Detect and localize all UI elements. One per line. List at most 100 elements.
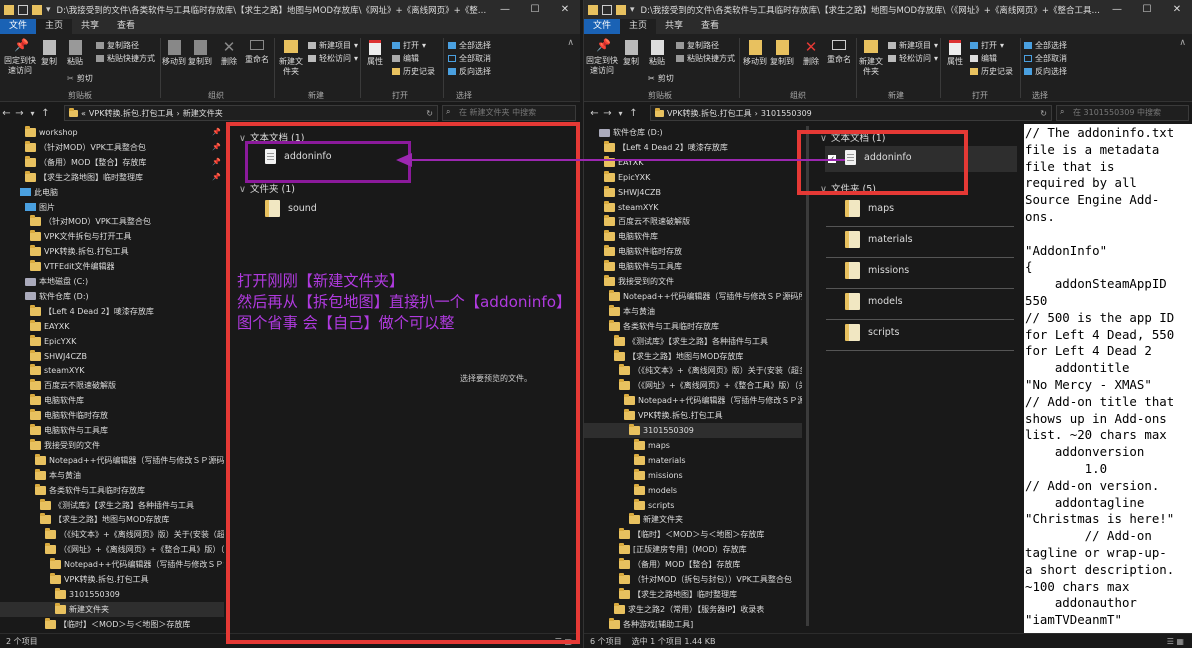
properties-button[interactable]: 属性 (944, 40, 966, 67)
delete-button[interactable]: ✕ 删除 (218, 40, 240, 67)
tree-item[interactable]: models (584, 483, 677, 498)
tree-item[interactable]: EpicYXK (584, 170, 650, 185)
select-all-button[interactable]: 全部选择 (448, 40, 491, 51)
easy-access-button[interactable]: 轻松访问 ▾ (308, 53, 358, 64)
move-to-button[interactable]: 移动到 (162, 40, 186, 67)
pin-icon[interactable]: 📌 (212, 140, 221, 155)
new-folder-button[interactable]: 新建文件夹 (858, 40, 884, 77)
pin-quick-access-button[interactable]: 📌 固定到快速访问 (586, 39, 618, 76)
paste-shortcut-button[interactable]: 粘贴快捷方式 (676, 53, 735, 64)
select-all-button[interactable]: 全部选择 (1024, 40, 1067, 51)
address-box[interactable]: « VPK转换.拆包.打包工具 › 新建文件夹 ↻ (64, 105, 438, 121)
minimize-button[interactable]: — (1102, 4, 1132, 15)
new-folder-quick-icon[interactable] (616, 4, 626, 15)
tree-item[interactable]: 电脑软件与工具库 (584, 259, 682, 274)
tree-item[interactable]: 软件仓库 (D:) (584, 125, 663, 140)
folder-maps[interactable]: maps (845, 200, 894, 217)
collapse-ribbon-icon[interactable]: ∧ (1179, 38, 1186, 48)
edit-button[interactable]: 编辑 (970, 53, 997, 64)
pin-icon[interactable]: 📌 (212, 170, 221, 185)
tab-share[interactable]: 共享 (72, 19, 108, 34)
open-button[interactable]: 打开 ▾ (392, 40, 426, 51)
close-button[interactable]: ✕ (550, 4, 580, 15)
tab-file[interactable]: 文件 (584, 19, 621, 34)
tree-item[interactable]: maps (584, 438, 670, 453)
tree-item[interactable]: EpicYXK (0, 334, 76, 349)
tree-item[interactable]: 各类软件与工具临时存放库 (0, 483, 145, 498)
breadcrumb-vpk-tools[interactable]: VPK转换.拆包.打包工具 (89, 108, 174, 119)
tree-item[interactable]: 此电脑 (0, 185, 58, 200)
history-button[interactable]: 历史记录 (970, 66, 1013, 77)
delete-button[interactable]: ✕ 删除 (800, 40, 822, 67)
tree-item[interactable]: 电脑软件临时存放 (584, 244, 682, 259)
breadcrumb-new-folder[interactable]: 新建文件夹 (183, 108, 223, 119)
cut-button[interactable]: ✂ 剪切 (67, 73, 93, 84)
tree-item[interactable]: 【Left 4 Dead 2】唛漆存放库 (0, 304, 154, 319)
tree-item[interactable]: EAYXK (584, 155, 644, 170)
tree-item[interactable]: Notepad++代码编辑器（写插件与修改ＳＰ源码所用） (0, 453, 224, 468)
tree-item[interactable]: scripts (584, 498, 674, 513)
new-folder-button[interactable]: 新建文件夹 (278, 40, 304, 77)
breadcrumb-overflow[interactable]: « (81, 109, 86, 118)
tree-item[interactable]: VPK转换.拆包.打包工具 (584, 408, 723, 423)
tree-item[interactable]: 本地磁盘 (C:) (0, 274, 88, 289)
tree-item[interactable]: （针对MOD）VPK工具整合包 📌 (0, 140, 221, 155)
tree-item[interactable]: 软件仓库 (D:) (0, 289, 89, 304)
tree-item[interactable]: missions (584, 468, 683, 483)
copy-to-button[interactable]: 复制到 (770, 40, 794, 67)
tree-item[interactable]: 电脑软件库 (0, 393, 84, 408)
tree-item[interactable]: 本与黄油 (584, 304, 655, 319)
move-to-button[interactable]: 移动到 (742, 40, 768, 67)
back-arrow-icon[interactable]: ← (0, 108, 13, 119)
breadcrumb-3101550309[interactable]: 3101550309 (761, 109, 812, 118)
tree-item[interactable]: （针对MOD（拆包与封包））VPK工具整合包 (584, 572, 792, 587)
tree-item[interactable]: 各种游戏[辅助工具] (584, 617, 693, 630)
address-box[interactable]: VPK转换.拆包.打包工具 › 3101550309 ↻ (650, 105, 1052, 121)
tree-item[interactable]: SHWJ4CZB (584, 185, 661, 200)
folder-materials[interactable]: materials (845, 231, 913, 248)
breadcrumb-vpk-tools[interactable]: VPK转换.拆包.打包工具 (667, 108, 752, 119)
tree-item[interactable]: （《纯文本》+《离线网页》版）关于(安装（超多） (0, 527, 224, 542)
tree-item[interactable]: Notepad++代码编辑器（写插件与修改ＳＰ源码 (0, 557, 224, 572)
folder-scripts[interactable]: scripts (845, 324, 899, 341)
search-input[interactable]: 在 3101550309 中搜索 (1056, 105, 1189, 121)
copy-to-button[interactable]: 复制到 (188, 40, 212, 67)
paste-button[interactable]: 粘贴 (64, 40, 86, 67)
copy-button[interactable]: 复制 (620, 40, 642, 67)
tree-item[interactable]: 电脑软件库 (584, 229, 658, 244)
tree-item[interactable]: 3101550309 (584, 423, 802, 438)
tree-item[interactable]: SHWJ4CZB (0, 349, 87, 364)
close-button[interactable]: ✕ (1162, 4, 1192, 15)
tree-item[interactable]: 新建文件夹 (0, 601, 224, 617)
tree-item[interactable]: VPK转换.拆包.打包工具 (0, 244, 129, 259)
new-item-button[interactable]: 新建项目 ▾ (888, 40, 938, 51)
tree-item[interactable]: 电脑软件临时存放 (0, 408, 108, 423)
tree-item[interactable]: （备用）MOD【整合】存放库 📌 (0, 155, 221, 170)
quick-access-dropdown-icon[interactable]: ▾ (630, 5, 635, 15)
tree-item[interactable]: 【求生之路地图】临时整理库 📌 (0, 170, 221, 185)
tree-item[interactable]: workshop 📌 (0, 125, 221, 140)
tree-item[interactable]: 【求生之路】地图与MOD存放库 (0, 512, 169, 527)
tree-item[interactable]: （针对MOD）VPK工具整合包 (0, 214, 151, 229)
properties-button[interactable]: 属性 (364, 40, 386, 67)
cut-button[interactable]: ✂ 剪切 (648, 73, 674, 84)
select-none-button[interactable]: 全部取消 (1024, 53, 1067, 64)
copy-path-button[interactable]: 复制路径 (96, 40, 139, 51)
pin-quick-access-button[interactable]: 📌 固定到快速访问 (4, 39, 36, 76)
copy-path-button[interactable]: 复制路径 (676, 40, 719, 51)
nav-scrollbar-thumb[interactable] (806, 126, 809, 626)
tree-item[interactable]: EAYXK (0, 319, 70, 334)
invert-selection-button[interactable]: 反向选择 (1024, 66, 1067, 77)
tree-item[interactable]: [正版建房专用]（MOD）存放库 (584, 542, 747, 557)
tree-item[interactable]: Notepad++代码编辑器（写插件与修改ＳＰ源码所 (584, 393, 802, 408)
paste-shortcut-button[interactable]: 粘贴快捷方式 (96, 53, 155, 64)
collapse-ribbon-icon[interactable]: ∧ (567, 38, 574, 48)
folder-models[interactable]: models (845, 293, 903, 310)
pin-icon[interactable]: 📌 (212, 155, 221, 170)
tree-item[interactable]: materials (584, 453, 686, 468)
quick-access-dropdown-icon[interactable]: ▾ (46, 5, 51, 15)
minimize-button[interactable]: — (490, 4, 520, 15)
tree-item[interactable]: VTFEdit文件编辑器 (0, 259, 114, 274)
tree-item[interactable]: 3101550309 (0, 587, 120, 602)
tree-item[interactable]: 我接受到的文件 (0, 438, 100, 453)
